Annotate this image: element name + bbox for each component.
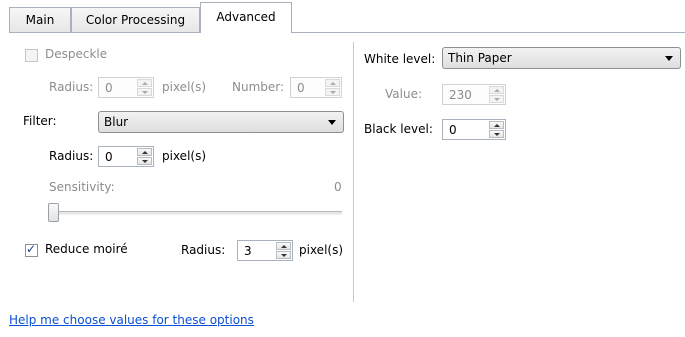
tab-strip-baseline [9,32,685,33]
despeckle-number-stepper[interactable]: 0 [290,77,342,98]
black-level-stepper[interactable]: 0 [442,119,506,140]
tab-strip: Main Color Processing Advanced [0,0,685,33]
filter-selected-value: Blur [104,115,129,129]
chevron-down-icon [494,133,500,136]
white-value-spin-buttons[interactable] [489,86,504,103]
white-value-stepper[interactable]: 230 [442,84,506,105]
chevron-down-icon [142,160,148,163]
chevron-up-icon [142,151,148,154]
spin-down-button[interactable] [489,95,504,103]
moire-radius-label: Radius: [181,243,226,257]
reduce-moire-label: Reduce moiré [45,242,128,256]
white-value-value: 230 [449,88,472,102]
spin-up-button[interactable] [137,148,152,156]
chevron-down-icon [330,91,336,94]
sensitivity-slider-track[interactable] [48,211,342,215]
filter-radius-value: 0 [105,150,113,164]
filter-label: Filter: [23,114,57,128]
tab-color-processing[interactable]: Color Processing [71,7,200,32]
chevron-up-icon [494,124,500,127]
black-level-label: Black level: [364,122,433,136]
moire-radius-stepper[interactable]: 3 [237,240,293,261]
chevron-up-icon [281,245,287,248]
filter-radius-spin-buttons[interactable] [137,148,152,165]
despeckle-number-value: 0 [297,81,305,95]
moire-radius-value: 3 [244,244,252,258]
white-value-label: Value: [385,87,422,101]
spin-up-button[interactable] [489,121,504,129]
tab-advanced[interactable]: Advanced [200,2,292,33]
checkmark-icon: ✓ [26,242,37,256]
dropdown-arrow-icon [665,56,673,61]
filter-radius-label: Radius: [49,149,94,163]
despeckle-number-spin-buttons[interactable] [325,79,340,96]
despeckle-checkbox[interactable] [25,49,38,62]
despeckle-radius-value: 0 [105,81,113,95]
tab-main[interactable]: Main [9,7,71,32]
spin-down-button[interactable] [325,88,340,96]
chevron-down-icon [142,91,148,94]
chevron-down-icon [281,254,287,257]
despeckle-number-label: Number: [232,80,285,94]
filter-dropdown[interactable]: Blur [98,111,344,133]
black-level-spin-buttons[interactable] [489,121,504,138]
chevron-up-icon [330,82,336,85]
spin-up-button[interactable] [276,242,291,250]
sensitivity-value: 0 [334,180,342,194]
despeckle-radius-spin-buttons[interactable] [137,79,152,96]
spin-down-button[interactable] [276,251,291,259]
white-level-label: White level: [364,52,436,66]
chevron-up-icon [142,82,148,85]
chevron-down-icon [494,98,500,101]
spin-up-button[interactable] [489,86,504,94]
white-level-selected-value: Thin Paper [448,51,512,65]
despeckle-radius-unit: pixel(s) [162,80,207,94]
spin-down-button[interactable] [137,88,152,96]
spin-up-button[interactable] [137,79,152,87]
despeckle-radius-label: Radius: [49,80,94,94]
sensitivity-slider-thumb[interactable] [48,203,59,222]
despeckle-label: Despeckle [45,47,108,61]
filter-radius-stepper[interactable]: 0 [98,146,154,167]
spin-down-button[interactable] [137,157,152,165]
spin-down-button[interactable] [489,130,504,138]
reduce-moire-checkbox[interactable]: ✓ [25,242,38,257]
dropdown-arrow-icon [328,120,336,125]
filter-radius-unit: pixel(s) [162,149,207,163]
spin-up-button[interactable] [325,79,340,87]
black-level-value: 0 [449,123,457,137]
white-level-dropdown[interactable]: Thin Paper [442,47,681,69]
despeckle-radius-stepper[interactable]: 0 [98,77,154,98]
help-link[interactable]: Help me choose values for these options [9,313,254,327]
moire-radius-unit: pixel(s) [299,243,344,257]
panel-divider [353,42,354,302]
sensitivity-label: Sensitivity: [49,180,115,194]
chevron-up-icon [494,89,500,92]
moire-radius-spin-buttons[interactable] [276,242,291,259]
